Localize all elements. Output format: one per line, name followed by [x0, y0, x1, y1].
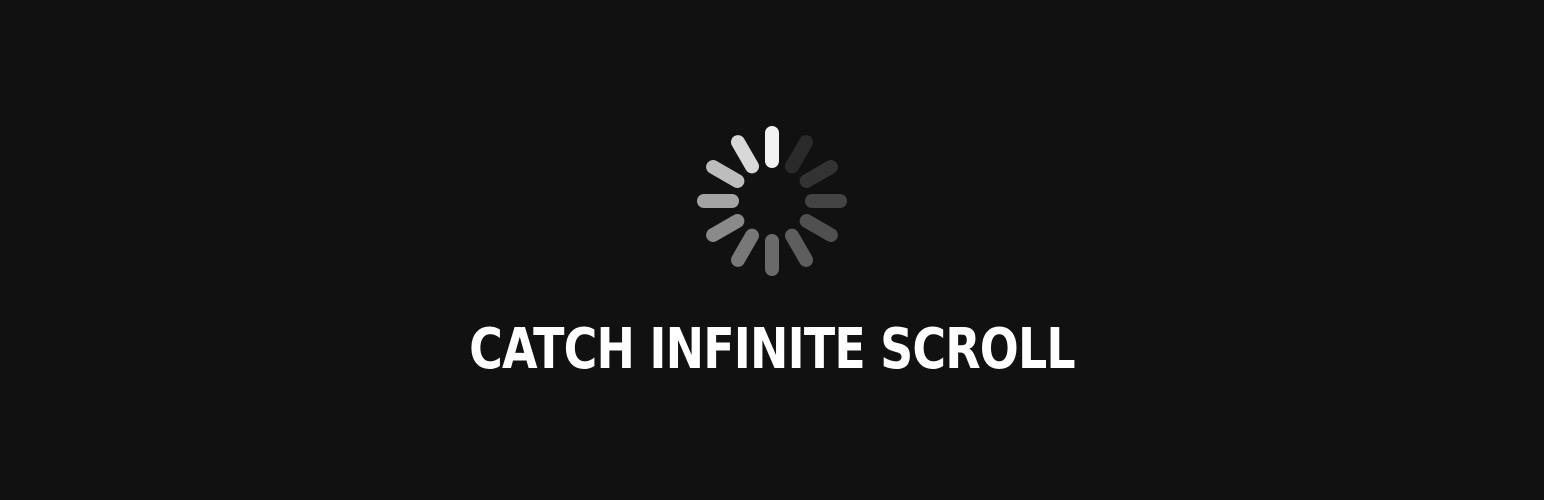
plugin-banner: CATCH INFINITE SCROLL [0, 0, 1544, 500]
banner-title: CATCH INFINITE SCROLL [469, 317, 1076, 382]
spinner-spoke [799, 214, 838, 242]
spinner-spoke [731, 135, 759, 174]
spinner-spoke [785, 228, 813, 267]
spinner-spoke [697, 194, 739, 208]
spinner-spoke [805, 194, 847, 208]
spinner-spoke [731, 228, 759, 267]
spinner-spoke [785, 135, 813, 174]
spinner-spoke [765, 126, 779, 168]
spinner-spoke [706, 214, 745, 242]
spinner-spoke [706, 160, 745, 188]
spinner-spoke [799, 160, 838, 188]
loading-spinner-icon [697, 126, 847, 276]
loading-spinner [697, 126, 847, 276]
spinner-spoke [765, 234, 779, 276]
